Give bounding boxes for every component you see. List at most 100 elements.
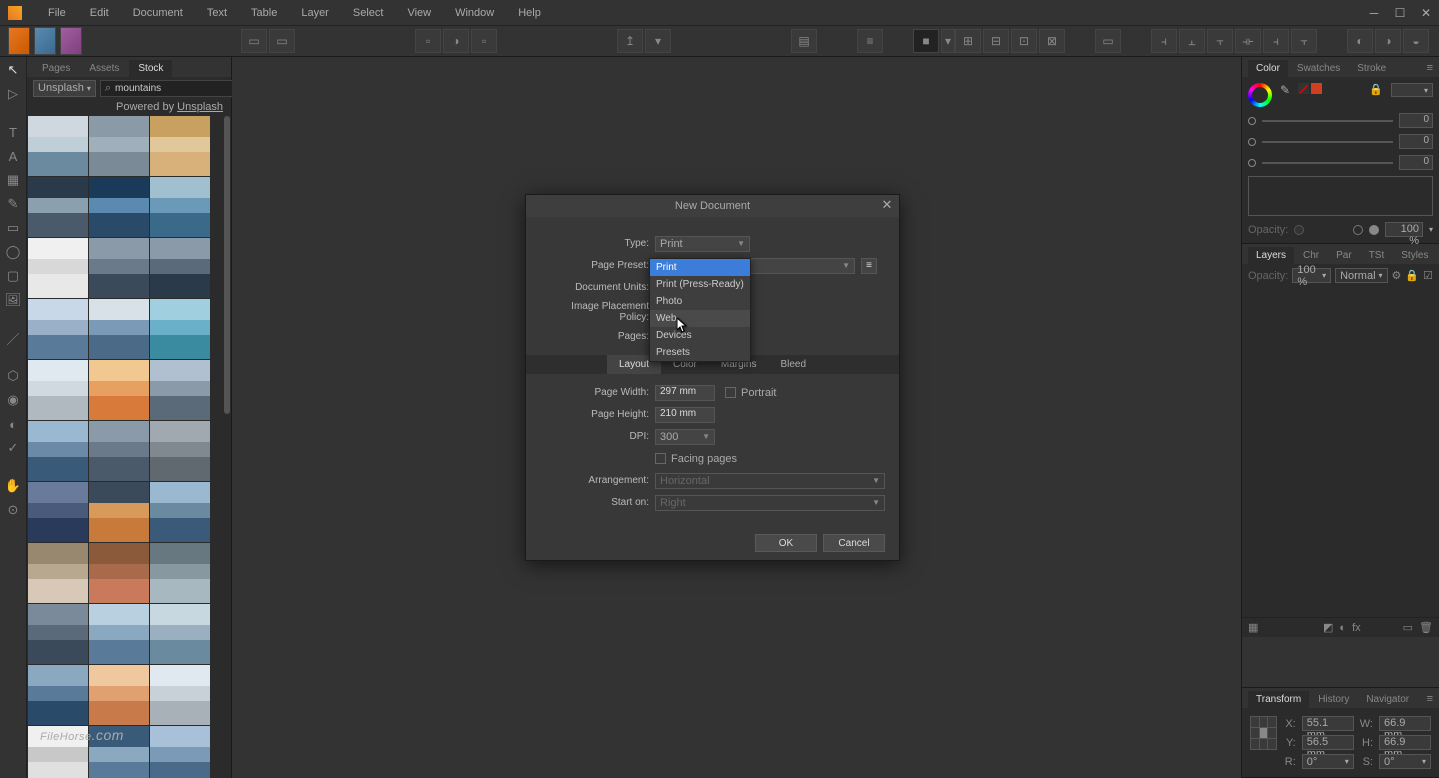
stock-thumbnail[interactable]	[89, 421, 149, 481]
stock-thumbnail[interactable]	[28, 604, 88, 664]
layer-lock-icon[interactable]: 🔒	[1405, 269, 1419, 282]
stock-thumbnail[interactable]	[150, 116, 210, 176]
toolbar-button[interactable]: ▤	[791, 29, 817, 53]
align-button[interactable]: ⫟	[1207, 29, 1233, 53]
app-switch-publisher-icon[interactable]	[8, 27, 30, 55]
artistic-text-tool-icon[interactable]: A	[4, 147, 22, 165]
ok-button[interactable]: OK	[755, 534, 817, 552]
toolbar-button[interactable]: ▫	[415, 29, 441, 53]
layer-list[interactable]	[1242, 287, 1439, 617]
stock-thumbnail[interactable]	[28, 421, 88, 481]
line-tool-icon[interactable]: ／	[4, 329, 22, 347]
rounded-rect-tool-icon[interactable]: ▢	[4, 267, 22, 285]
type-option-photo[interactable]: Photo	[650, 293, 750, 310]
stock-thumbnail[interactable]	[150, 543, 210, 603]
menu-select[interactable]: Select	[341, 3, 396, 23]
align-button[interactable]: ⫟	[1291, 29, 1317, 53]
zoom-tool-icon[interactable]: ⊙	[4, 501, 22, 519]
stock-thumbnail[interactable]	[150, 360, 210, 420]
fill-swatch[interactable]	[1298, 83, 1309, 94]
eyedropper-icon[interactable]: ✎	[1280, 83, 1290, 97]
table-tool-icon[interactable]: ▦	[4, 171, 22, 189]
cancel-button[interactable]: Cancel	[823, 534, 885, 552]
tab-pages[interactable]: Pages	[33, 60, 79, 77]
rectangle-tool-icon[interactable]: ▭	[4, 219, 22, 237]
layer-opacity-field[interactable]: 100 %▾	[1292, 268, 1331, 283]
toolbar-button[interactable]: ⊠	[1039, 29, 1065, 53]
stock-thumbnail[interactable]	[89, 116, 149, 176]
menu-edit[interactable]: Edit	[78, 3, 121, 23]
ellipse-tool-icon[interactable]: ◯	[4, 243, 22, 261]
close-window-button[interactable]: ✕	[1413, 0, 1439, 26]
dialog-tab-bleed[interactable]: Bleed	[768, 355, 818, 374]
type-option-print-press-ready-[interactable]: Print (Press-Ready)	[650, 276, 750, 293]
tab-text-styles[interactable]: TSt	[1361, 247, 1393, 264]
toolbar-button[interactable]: ≡	[857, 29, 883, 53]
menu-window[interactable]: Window	[443, 3, 506, 23]
toolbar-button[interactable]: ▭	[1095, 29, 1121, 53]
slider-knob[interactable]	[1248, 159, 1256, 167]
move-tool-icon[interactable]: ↖	[4, 61, 22, 79]
tab-stock[interactable]: Stock	[129, 60, 172, 77]
toolbar-button[interactable]: ◐	[1347, 29, 1373, 53]
portrait-checkbox[interactable]	[725, 387, 736, 398]
menu-file[interactable]: File	[36, 3, 78, 23]
stock-thumbnail[interactable]	[150, 177, 210, 237]
stock-thumbnail[interactable]	[89, 360, 149, 420]
stock-thumbnail[interactable]	[150, 726, 210, 778]
type-option-devices[interactable]: Devices	[650, 327, 750, 344]
transform-y-field[interactable]: 56.5 mm	[1302, 735, 1354, 750]
stock-provider-dropdown[interactable]: Unsplash▾	[33, 80, 96, 97]
dpi-dropdown[interactable]: 300▼	[655, 429, 715, 445]
add-layer-icon[interactable]: ▭	[1403, 621, 1413, 634]
menu-layer[interactable]: Layer	[289, 3, 341, 23]
slider-knob[interactable]	[1248, 138, 1256, 146]
tab-assets[interactable]: Assets	[80, 60, 128, 77]
stock-thumbnail[interactable]	[89, 604, 149, 664]
tab-layers[interactable]: Layers	[1248, 247, 1294, 264]
stock-thumbnail[interactable]	[89, 665, 149, 725]
adjustment-layer-icon[interactable]: ◐	[1339, 622, 1346, 634]
stock-thumbnail[interactable]	[28, 177, 88, 237]
toolbar-button[interactable]: ◑	[1375, 29, 1401, 53]
powered-by-link[interactable]: Unsplash	[177, 101, 223, 113]
view-tool-icon[interactable]: ✋	[4, 477, 22, 495]
slider-track[interactable]	[1262, 141, 1393, 143]
stock-thumbnail[interactable]	[150, 665, 210, 725]
stock-thumbnail[interactable]	[28, 543, 88, 603]
slider-value[interactable]: 0	[1399, 134, 1433, 149]
layer-fx-icon[interactable]: ⚙	[1392, 269, 1402, 282]
toolbar-button[interactable]: ⊡	[1011, 29, 1037, 53]
transform-h-field[interactable]: 66.9 mm	[1379, 735, 1431, 750]
toolbar-button[interactable]: ◒	[1403, 29, 1429, 53]
stock-scrollbar[interactable]	[223, 115, 231, 778]
stock-thumbnail[interactable]	[89, 238, 149, 298]
align-button[interactable]: ⫞	[1151, 29, 1177, 53]
panel-menu-icon[interactable]: ≡	[1421, 59, 1439, 77]
toolbar-dropdown[interactable]: ▾	[941, 29, 955, 53]
align-button[interactable]: ⫞	[1263, 29, 1289, 53]
toolbar-button[interactable]: ⊞	[955, 29, 981, 53]
toolbar-button[interactable]: ▫	[471, 29, 497, 53]
tab-navigator[interactable]: Navigator	[1358, 691, 1417, 708]
slider-track[interactable]	[1262, 162, 1393, 164]
type-dropdown[interactable]: Print▼	[655, 236, 750, 252]
anchor-grid[interactable]	[1250, 716, 1277, 750]
fx-layer-icon[interactable]: fx	[1352, 622, 1361, 634]
toolbar-button[interactable]: ▭	[269, 29, 295, 53]
stroke-swatch[interactable]	[1311, 83, 1322, 94]
maximize-button[interactable]: ☐	[1387, 0, 1413, 26]
toolbar-color-swatch[interactable]: ■	[913, 29, 939, 53]
noise-toggle-icon[interactable]	[1353, 225, 1363, 235]
type-option-web[interactable]: Web	[650, 310, 750, 327]
tab-character[interactable]: Chr	[1295, 247, 1327, 264]
stock-thumbnail[interactable]	[150, 604, 210, 664]
stock-thumbnail[interactable]	[28, 482, 88, 542]
slider-value[interactable]: 0	[1399, 113, 1433, 128]
tab-history[interactable]: History	[1310, 691, 1357, 708]
dialog-close-button[interactable]: ✕	[879, 197, 895, 213]
menu-help[interactable]: Help	[506, 3, 553, 23]
fill-tool-icon[interactable]: ◉	[4, 391, 22, 409]
app-switch-photo-icon[interactable]	[60, 27, 82, 55]
blend-mode-dropdown[interactable]: Normal▾	[1335, 268, 1387, 283]
